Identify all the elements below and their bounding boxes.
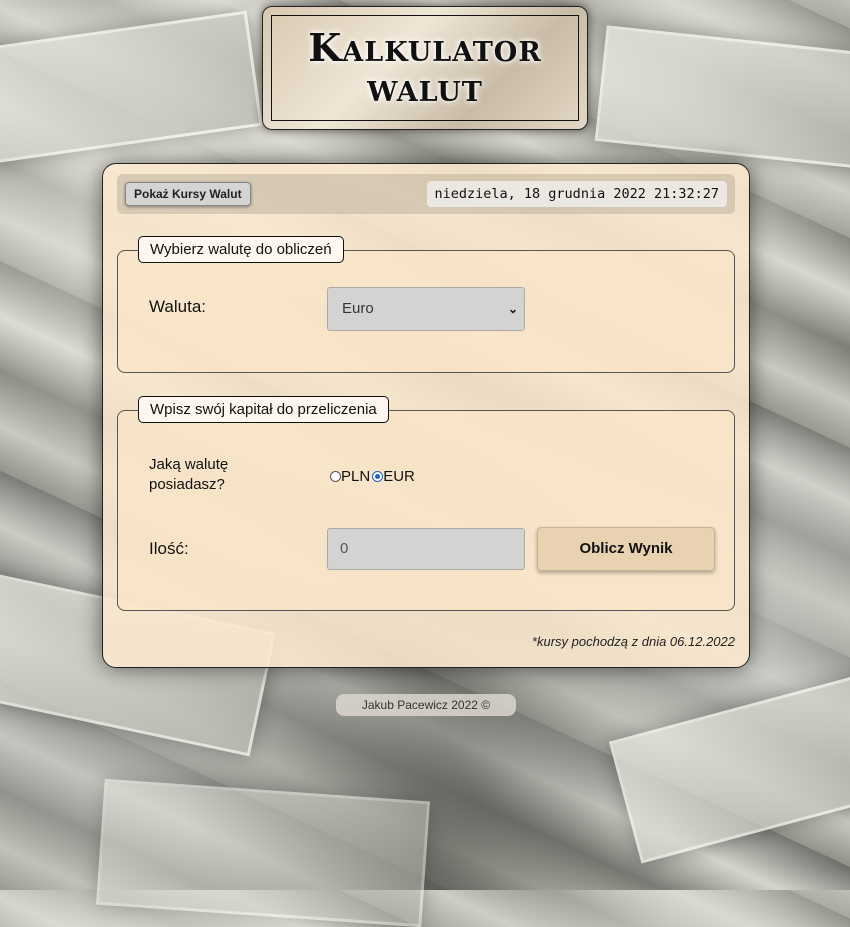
- footer-credit: Jakub Pacewicz 2022 ©: [336, 694, 516, 716]
- radio-eur[interactable]: [372, 471, 384, 482]
- radio-eur-label[interactable]: EUR: [383, 468, 415, 485]
- owned-currency-question-line-1: Jaką walutę: [149, 456, 229, 473]
- currency-section-legend: Wybierz walutę do obliczeń: [138, 236, 344, 263]
- amount-label: Ilość:: [149, 539, 189, 558]
- amount-input[interactable]: 0: [327, 528, 525, 570]
- currency-select-value: Euro: [342, 300, 374, 317]
- title-frame: Kalkulator walut: [271, 15, 579, 121]
- show-rates-button[interactable]: Pokaż Kursy Walut: [125, 182, 251, 206]
- background-banknote: [594, 25, 850, 171]
- app-title-banner: Kalkulator walut: [262, 6, 588, 130]
- calculator-panel: Pokaż Kursy Walut niedziela, 18 grudnia …: [102, 163, 750, 668]
- owned-currency-question: Jaką walutę posiadasz?: [149, 455, 228, 495]
- app-title-line-2: walut: [367, 65, 483, 110]
- background-banknote: [0, 10, 263, 166]
- app-title-line-1: Kalkulator: [308, 25, 542, 70]
- background-banknote: [608, 662, 850, 864]
- capital-input-section: Wpisz swój kapitał do przeliczenia Jaką …: [117, 396, 735, 611]
- capital-section-legend: Wpisz swój kapitał do przeliczenia: [138, 396, 389, 423]
- chevron-down-icon: ⌄: [507, 302, 518, 316]
- radio-pln-label[interactable]: PLN: [341, 468, 370, 485]
- owned-currency-question-line-2: posiadasz?: [149, 476, 225, 493]
- rates-date-note: *kursy pochodzą z dnia 06.12.2022: [531, 634, 735, 649]
- radio-pln[interactable]: [330, 471, 341, 482]
- currency-select[interactable]: Euro ⌄: [327, 287, 525, 331]
- current-datetime: niedziela, 18 grudnia 2022 21:32:27: [426, 181, 727, 207]
- currency-label: Waluta:: [149, 297, 207, 316]
- owned-currency-radio-group: PLN EUR: [330, 468, 415, 485]
- currency-select-section: Wybierz walutę do obliczeń Waluta: Euro …: [117, 236, 735, 373]
- calculate-button[interactable]: Oblicz Wynik: [537, 527, 715, 571]
- background-banknote: [96, 778, 430, 927]
- top-bar: Pokaż Kursy Walut niedziela, 18 grudnia …: [117, 174, 735, 214]
